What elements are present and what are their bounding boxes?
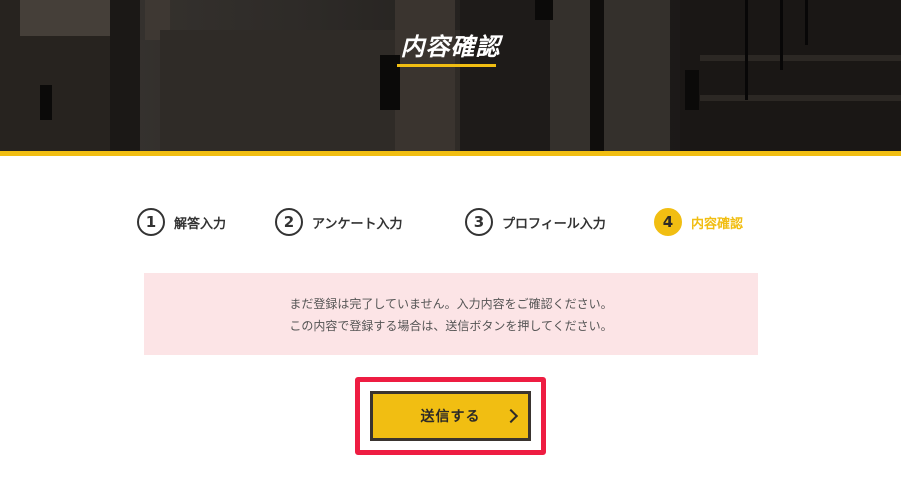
step-survey-input: 2 アンケート入力: [275, 205, 402, 239]
header-background-shape: [110, 0, 140, 151]
step-number: 4: [654, 208, 682, 236]
header-background-shape: [550, 0, 670, 151]
header-background-shape: [700, 95, 901, 101]
confirmation-notice: まだ登録は完了していません。入力内容をご確認ください。 この内容で登録する場合は…: [144, 273, 758, 355]
step-label: 内容確認: [691, 216, 744, 232]
step-label: アンケート入力: [312, 216, 403, 232]
header-background-shape: [395, 0, 455, 151]
title-underline: [397, 64, 496, 67]
chevron-right-icon: [503, 408, 519, 424]
notice-line-1: まだ登録は完了していません。入力内容をご確認ください。: [289, 297, 613, 311]
header-background-shape: [685, 70, 699, 110]
header-background-shape: [40, 85, 52, 120]
header-background-shape: [535, 0, 553, 20]
step-number: 1: [137, 208, 165, 236]
submit-button-label: 送信する: [420, 409, 481, 425]
step-confirmation: 4 内容確認: [654, 205, 743, 239]
page-header: 内容確認: [0, 0, 901, 151]
header-background-shape: [590, 0, 604, 151]
submit-button[interactable]: 送信する: [370, 391, 531, 441]
step-label: プロフィール入力: [502, 216, 606, 232]
step-number: 2: [275, 208, 303, 236]
page-title: 内容確認: [400, 33, 501, 61]
header-accent-line: [0, 151, 901, 156]
step-label: 解答入力: [174, 216, 227, 232]
header-background-shape: [680, 0, 901, 151]
step-number: 3: [465, 208, 493, 236]
step-answer-input: 1 解答入力: [137, 205, 226, 239]
step-profile-input: 3 プロフィール入力: [465, 205, 606, 239]
notice-line-2: この内容で登録する場合は、送信ボタンを押してください。: [289, 319, 613, 333]
